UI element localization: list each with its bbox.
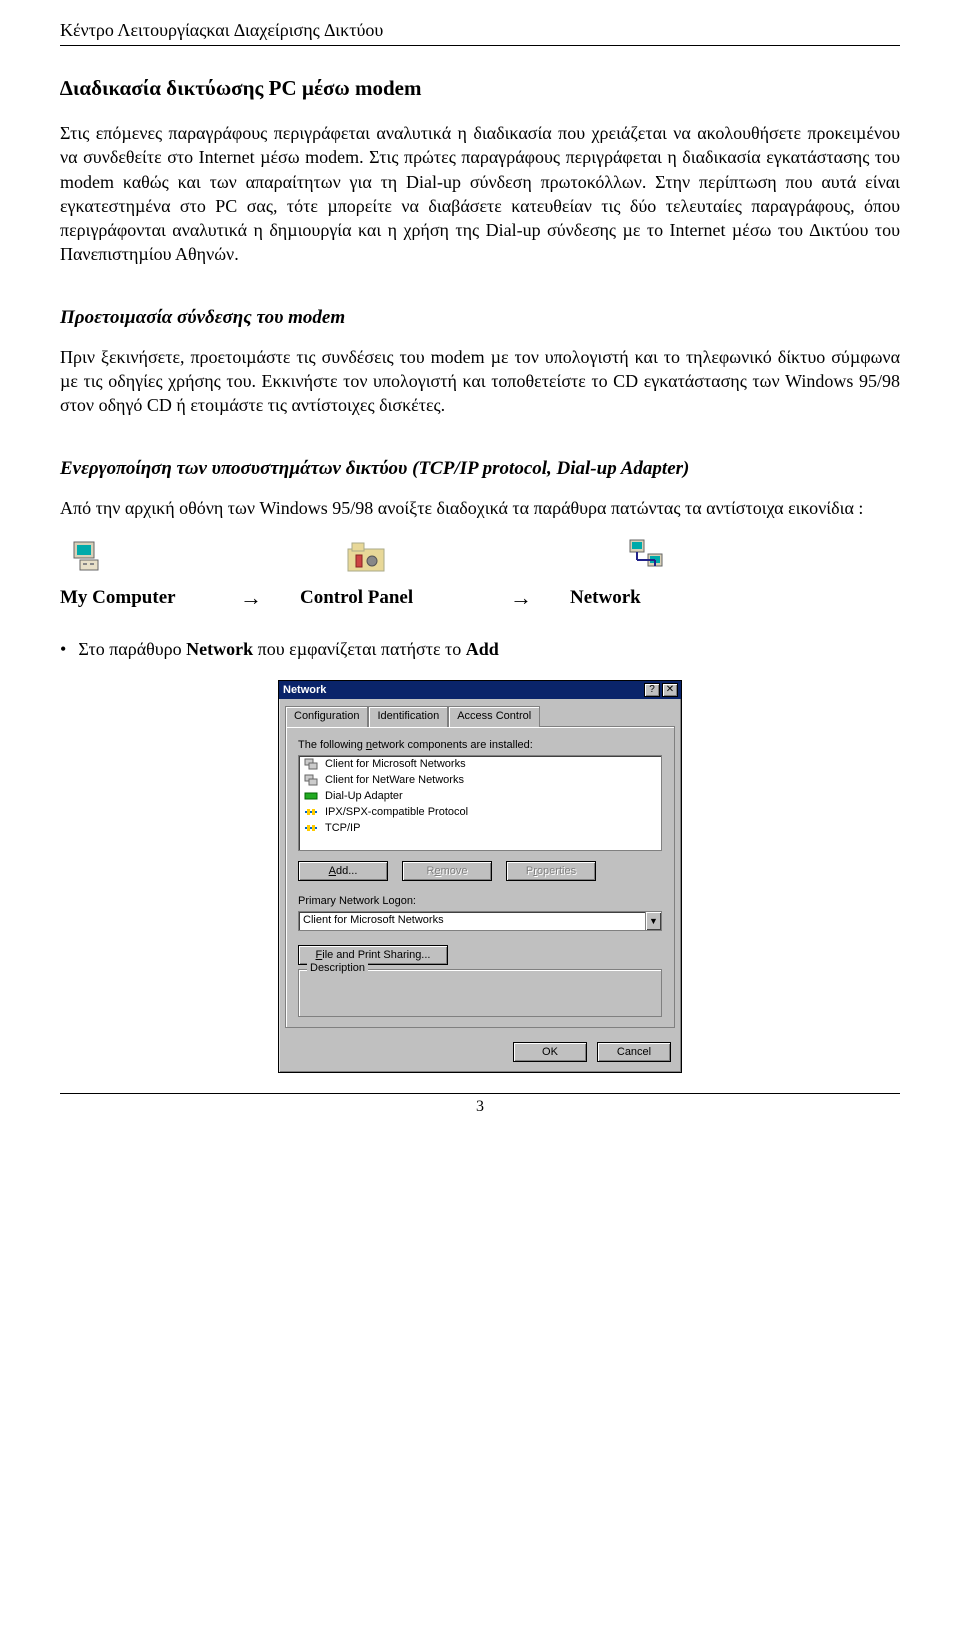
list-item[interactable]: TCP/IP (299, 820, 661, 836)
client-icon (303, 757, 319, 771)
section1-heading: Προετοιµασία σύνδεσης του modem (60, 307, 900, 329)
my-computer-icon (70, 538, 106, 579)
close-button[interactable]: ✕ (662, 683, 678, 697)
intro-paragraph: Στις επόµενες παραγράφους περιγράφεται α… (60, 121, 900, 267)
remove-button[interactable]: Remove (402, 861, 492, 881)
my-computer-label: My Computer (60, 587, 240, 609)
dialog-footer: OK Cancel (279, 1034, 681, 1072)
protocol-icon (303, 805, 319, 819)
logon-label: Primary Network Logon: (298, 895, 662, 907)
logon-value: Client for Microsoft Networks (299, 912, 645, 930)
list-item[interactable]: IPX/SPX-compatible Protocol (299, 804, 661, 820)
section2-heading: Ενεργοποίηση των υποσυστηµάτων δικτύου (… (60, 458, 900, 480)
adapter-icon (303, 789, 319, 803)
icon-label-row: My Computer → Control Panel → Network (60, 585, 900, 611)
dialog-titlebar[interactable]: Network ? ✕ (279, 681, 681, 699)
page-header: Κέντρο Λειτουργίαςκαι ∆ιαχείρισης ∆ικτύο… (60, 20, 900, 46)
arrow-icon: → (240, 585, 300, 611)
tab-configuration[interactable]: Configuration (285, 706, 368, 727)
components-listbox[interactable]: Client for Microsoft Networks Client for… (298, 755, 662, 851)
client-icon (303, 773, 319, 787)
document-title: ∆ιαδικασία δικτύωσης PC µέσω modem (60, 76, 900, 101)
bullet-dot-icon: • (60, 640, 66, 658)
tab-panel: The following network components are ins… (285, 726, 675, 1028)
tab-identification[interactable]: Identification (368, 706, 448, 727)
section1-text: Πριν ξεκινήσετε, προετοιµάστε τις συνδέσ… (60, 345, 900, 418)
arrow-icon: → (510, 585, 570, 611)
cancel-button[interactable]: Cancel (597, 1042, 671, 1062)
bullet-text: Στο παράθυρο Network που εµφανίζεται πατ… (78, 639, 499, 660)
icon-row (60, 538, 900, 579)
properties-button[interactable]: Properties (506, 861, 596, 881)
page-number: 3 (60, 1093, 900, 1116)
section2-text: Από την αρχική οθόνη των Windows 95/98 α… (60, 496, 900, 520)
list-item[interactable]: Client for NetWare Networks (299, 772, 661, 788)
ok-button[interactable]: OK (513, 1042, 587, 1062)
network-icon (626, 538, 666, 579)
network-label: Network (570, 587, 641, 609)
help-button[interactable]: ? (644, 683, 660, 697)
components-label: The following network components are ins… (298, 739, 662, 751)
tab-strip: Configuration Identification Access Cont… (279, 699, 681, 726)
chevron-down-icon[interactable]: ▼ (645, 912, 661, 930)
network-dialog: Network ? ✕ Configuration Identification… (278, 680, 682, 1073)
bullet-item: • Στο παράθυρο Network που εµφανίζεται π… (60, 639, 900, 660)
logon-combo[interactable]: Client for Microsoft Networks ▼ (298, 911, 662, 931)
description-legend: Description (307, 962, 368, 974)
control-panel-label: Control Panel (300, 587, 510, 609)
description-groupbox: Description (298, 969, 662, 1017)
tab-access-control[interactable]: Access Control (448, 706, 540, 727)
control-panel-icon (346, 539, 386, 578)
add-button[interactable]: Add... (298, 861, 388, 881)
list-item[interactable]: Dial-Up Adapter (299, 788, 661, 804)
protocol-icon (303, 821, 319, 835)
dialog-title: Network (283, 684, 326, 696)
list-item[interactable]: Client for Microsoft Networks (299, 756, 661, 772)
